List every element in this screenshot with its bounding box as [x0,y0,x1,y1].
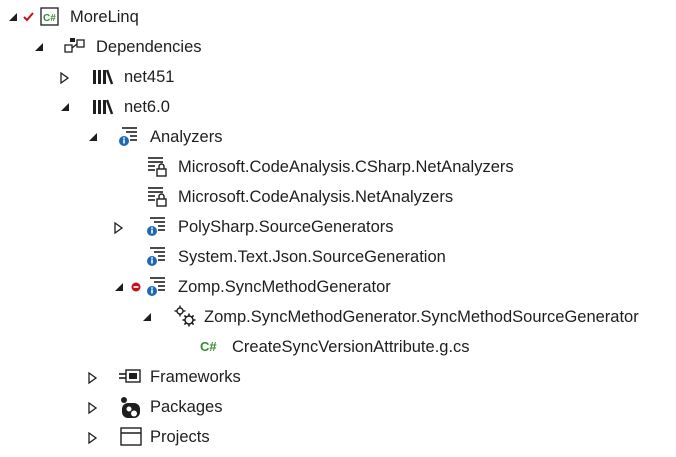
tree-item-analyzers[interactable]: Analyzers [0,122,676,152]
tree-item-packages[interactable]: Packages [0,392,676,422]
tree-item-system-text-json[interactable]: System.Text.Json.SourceGeneration [0,242,676,272]
collapsed-arrow-icon[interactable] [114,221,124,235]
tree-item-net60[interactable]: net6.0 [0,92,676,122]
tree-item-sync-method-source-generator[interactable]: Zomp.SyncMethodGenerator.SyncMethodSourc… [0,302,676,332]
tree-item-label: Frameworks [150,368,241,386]
solution-explorer-tree: C# MoreLinq Dependencies net451 net6.0 A… [0,0,676,451]
tree-item-dependencies[interactable]: Dependencies [0,32,676,62]
svg-text:C#: C# [200,339,217,354]
collapsed-arrow-icon[interactable] [88,371,98,385]
svg-text:C#: C# [43,13,56,24]
collapsed-arrow-icon[interactable] [60,71,70,85]
tree-item-label: Zomp.SyncMethodGenerator.SyncMethodSourc… [204,308,639,326]
tree-item-netanalyzers[interactable]: Microsoft.CodeAnalysis.NetAnalyzers [0,182,676,212]
nuget-package-icon [120,395,142,425]
tree-item-label: net451 [124,68,175,86]
tree-item-label: Packages [150,398,223,416]
tree-item-label: Zomp.SyncMethodGenerator [178,278,391,296]
expanded-arrow-icon[interactable] [8,12,18,22]
project-window-icon [120,427,142,457]
tree-item-net451[interactable]: net451 [0,62,676,92]
gears-icon [174,305,198,335]
tree-item-polysharp[interactable]: PolySharp.SourceGenerators [0,212,676,242]
tree-item-label: net6.0 [124,98,170,116]
tree-item-projects[interactable]: Projects [0,422,676,452]
tree-item-label: Dependencies [96,38,202,56]
tree-item-label: Microsoft.CodeAnalysis.NetAnalyzers [178,188,454,206]
expanded-arrow-icon[interactable] [142,312,152,322]
tree-item-label: Projects [150,428,210,446]
expanded-arrow-icon[interactable] [60,102,70,112]
tree-item-frameworks[interactable]: Frameworks [0,362,676,392]
tree-item-label: CreateSyncVersionAttribute.g.cs [232,338,470,356]
tree-item-generated-file[interactable]: C# CreateSyncVersionAttribute.g.cs [0,332,676,362]
collapsed-arrow-icon[interactable] [88,431,98,445]
expanded-arrow-icon[interactable] [34,42,44,52]
tree-item-csharp-netanalyzers[interactable]: Microsoft.CodeAnalysis.CSharp.NetAnalyze… [0,152,676,182]
expanded-arrow-icon[interactable] [88,132,98,142]
tree-item-label: PolySharp.SourceGenerators [178,218,394,236]
tree-item-label: Analyzers [150,128,223,146]
tree-item-label: Microsoft.CodeAnalysis.CSharp.NetAnalyze… [178,158,514,176]
collapsed-arrow-icon[interactable] [88,401,98,415]
tree-item-label: MoreLinq [70,8,139,26]
tree-item-morelinq[interactable]: C# MoreLinq [0,2,676,32]
expanded-arrow-icon[interactable] [114,282,124,292]
tree-item-label: System.Text.Json.SourceGeneration [178,248,446,266]
tree-item-zomp-generator[interactable]: Zomp.SyncMethodGenerator [0,272,676,302]
